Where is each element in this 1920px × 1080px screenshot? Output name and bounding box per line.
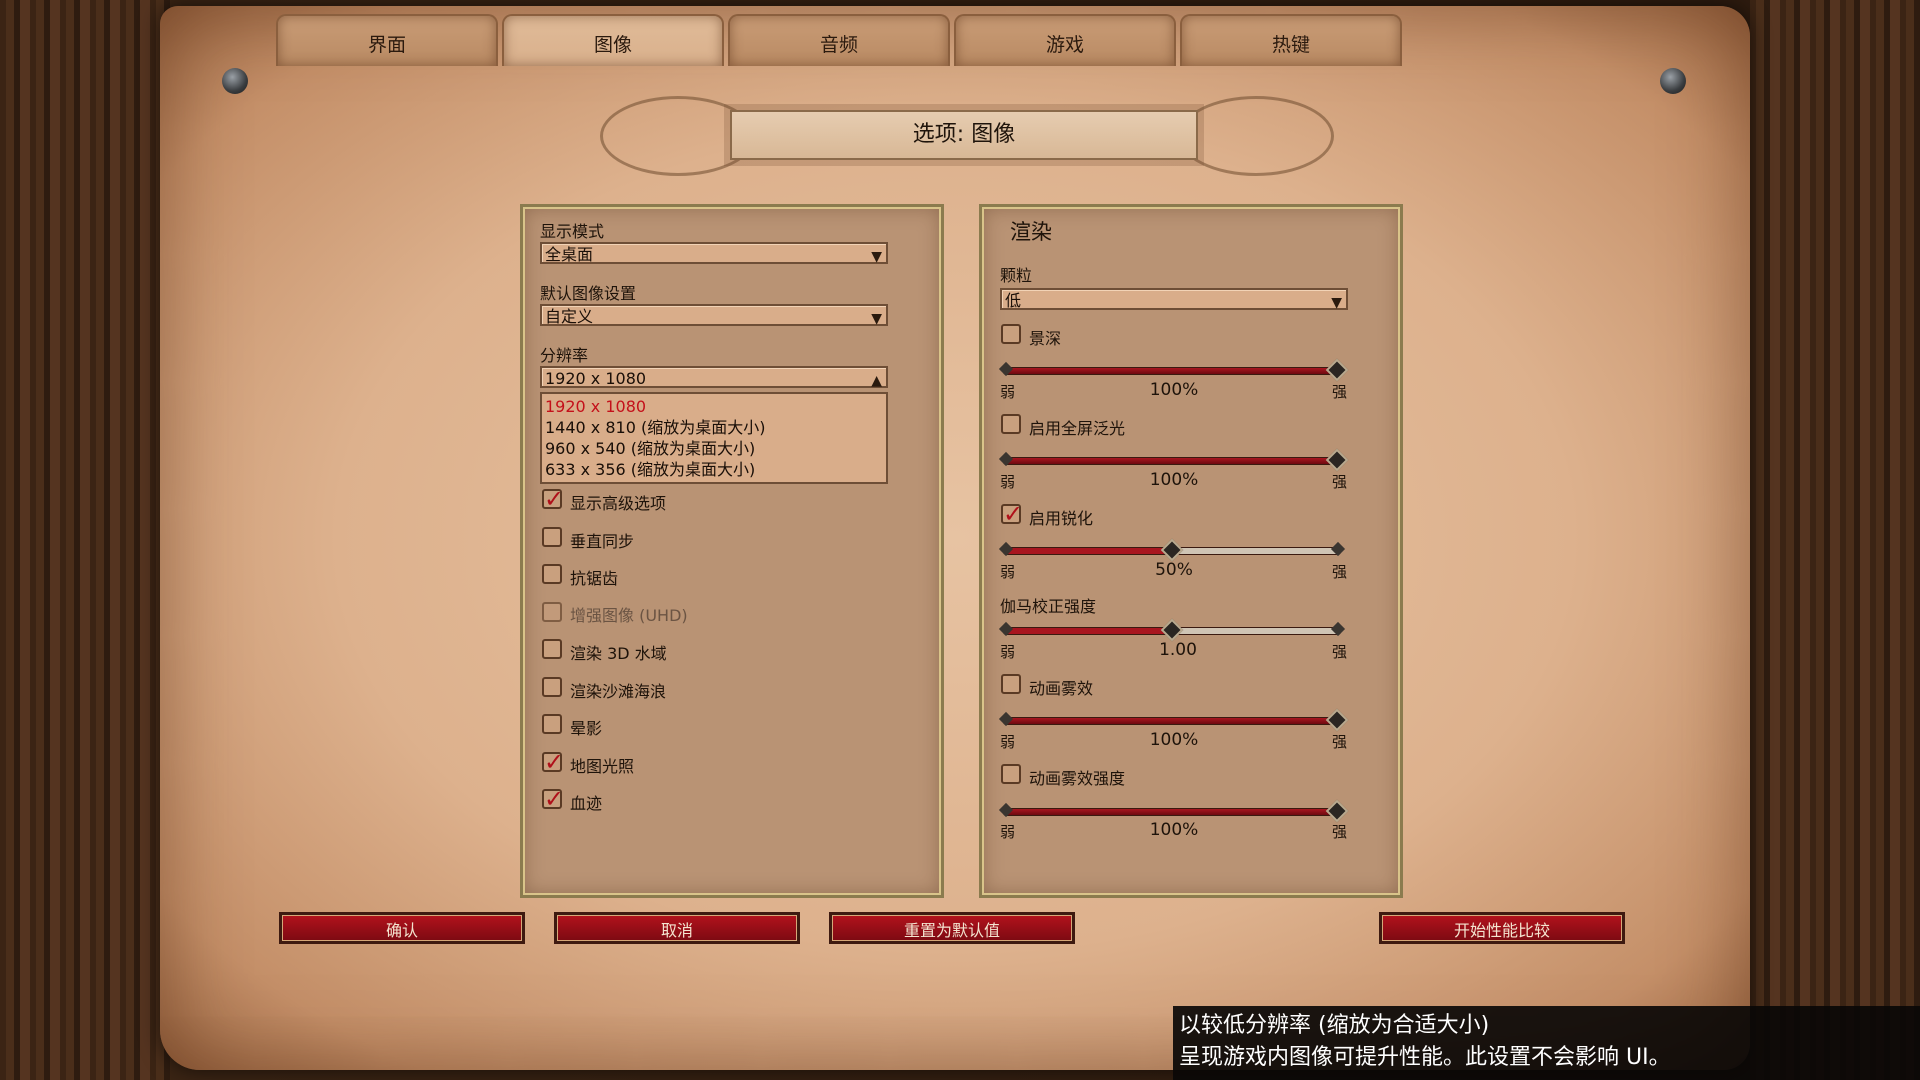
resolution-option[interactable]: 1920 x 1080	[545, 396, 883, 417]
map-lighting-label: 地图光照	[570, 757, 635, 776]
options-parchment	[160, 6, 1750, 1070]
vignette-label: 晕影	[570, 719, 603, 738]
slider-min-label: 弱	[1000, 473, 1016, 491]
wood-frame-left	[0, 0, 170, 1080]
default-graphics-dropdown[interactable]: 自定义 ▼	[540, 304, 888, 327]
slider-max-label: 强	[1332, 733, 1348, 751]
blood-label: 血迹	[570, 794, 603, 813]
slider-max-label: 强	[1332, 473, 1348, 491]
animated-fog-label: 动画雾效	[1029, 679, 1094, 698]
bloom-label: 启用全屏泛光	[1029, 419, 1126, 438]
fog-strength-checkbox[interactable]	[1001, 764, 1021, 784]
scroll-ornament-icon	[1178, 96, 1334, 176]
tooltip-line: 呈现游戏内图像可提升性能。此设置不会影响 UI。	[1179, 1045, 1671, 1070]
vignette-checkbox[interactable]	[542, 714, 562, 734]
resolution-option[interactable]: 633 x 356 (缩放为桌面大小)	[545, 459, 883, 480]
stud-icon	[222, 68, 248, 94]
tab-interface[interactable]: 界面	[276, 14, 498, 66]
display-mode-dropdown[interactable]: 全桌面 ▼	[540, 242, 888, 265]
tooltip-line: 以较低分辨率 (缩放为合适大小)	[1179, 1013, 1490, 1038]
uhd-checkbox	[542, 602, 562, 622]
fog-strength-value: 100%	[1149, 820, 1199, 840]
particles-dropdown[interactable]: 低 ▼	[1000, 288, 1348, 311]
depth-of-field-value: 100%	[1149, 380, 1199, 400]
bloom-value: 100%	[1149, 470, 1199, 490]
slider-min-label: 弱	[1000, 383, 1016, 401]
particles-value: 低	[1005, 291, 1022, 310]
render-water-checkbox[interactable]	[542, 639, 562, 659]
wood-frame-right	[1750, 0, 1920, 1080]
tab-hotkeys[interactable]: 热键	[1180, 14, 1402, 66]
default-graphics-value: 自定义	[545, 307, 594, 326]
beach-waves-checkbox[interactable]	[542, 677, 562, 697]
reset-defaults-button[interactable]: 重置为默认值	[829, 912, 1075, 944]
antialiasing-label: 抗锯齿	[570, 569, 619, 588]
show-advanced-checkbox[interactable]	[542, 485, 564, 513]
animated-fog-checkbox[interactable]	[1001, 674, 1021, 694]
vsync-checkbox[interactable]	[542, 527, 562, 547]
resolution-options-list: 1920 x 1080 1440 x 810 (缩放为桌面大小) 960 x 5…	[540, 392, 888, 484]
animated-fog-slider[interactable]	[1003, 717, 1341, 725]
fog-strength-label: 动画雾效强度	[1029, 769, 1126, 788]
tab-graphics[interactable]: 图像	[502, 14, 724, 66]
depth-of-field-slider[interactable]	[1003, 367, 1341, 375]
slider-min-label: 弱	[1000, 643, 1016, 661]
cancel-button[interactable]: 取消	[554, 912, 800, 944]
blood-checkbox[interactable]	[542, 785, 564, 813]
beach-waves-label: 渲染沙滩海浪	[570, 682, 667, 701]
confirm-button[interactable]: 确认	[279, 912, 525, 944]
chevron-down-icon: ▼	[1331, 295, 1342, 311]
slider-max-label: 强	[1332, 643, 1348, 661]
page-title: 选项: 图像	[730, 110, 1198, 160]
slider-max-label: 强	[1332, 823, 1348, 841]
chevron-up-icon: ▲	[871, 373, 882, 389]
display-mode-value: 全桌面	[545, 245, 594, 264]
sharpen-label: 启用锐化	[1029, 509, 1094, 528]
sharpen-checkbox[interactable]	[1001, 500, 1023, 528]
fog-strength-slider[interactable]	[1003, 808, 1341, 816]
tab-game[interactable]: 游戏	[954, 14, 1176, 66]
slider-min-label: 弱	[1000, 733, 1016, 751]
default-graphics-label: 默认图像设置	[540, 284, 637, 303]
display-mode-label: 显示模式	[540, 222, 605, 241]
bloom-slider[interactable]	[1003, 457, 1341, 465]
particles-label: 颗粒	[1000, 266, 1033, 285]
sharpen-value: 50%	[1155, 560, 1193, 580]
resolution-dropdown[interactable]: 1920 x 1080 ▲	[540, 366, 888, 389]
antialiasing-checkbox[interactable]	[542, 564, 562, 584]
depth-of-field-label: 景深	[1029, 329, 1062, 348]
tab-audio[interactable]: 音频	[728, 14, 950, 66]
bloom-checkbox[interactable]	[1001, 414, 1021, 434]
render-water-label: 渲染 3D 水域	[570, 644, 667, 663]
vsync-label: 垂直同步	[570, 532, 635, 551]
resolution-value: 1920 x 1080	[545, 369, 647, 388]
stud-icon	[1660, 68, 1686, 94]
map-lighting-checkbox[interactable]	[542, 748, 564, 776]
slider-min-label: 弱	[1000, 823, 1016, 841]
animated-fog-value: 100%	[1149, 730, 1199, 750]
render-heading: 渲染	[1010, 220, 1052, 244]
depth-of-field-checkbox[interactable]	[1001, 324, 1021, 344]
resolution-label: 分辨率	[540, 346, 589, 365]
resolution-option[interactable]: 1440 x 810 (缩放为桌面大小)	[545, 417, 883, 438]
gamma-value: 1.00	[1159, 640, 1197, 660]
slider-min-label: 弱	[1000, 563, 1016, 581]
chevron-down-icon: ▼	[871, 311, 882, 327]
start-benchmark-button[interactable]: 开始性能比较	[1379, 912, 1625, 944]
tooltip: 以较低分辨率 (缩放为合适大小) 呈现游戏内图像可提升性能。此设置不会影响 UI…	[1173, 1006, 1920, 1080]
chevron-down-icon: ▼	[871, 249, 882, 265]
show-advanced-label: 显示高级选项	[570, 494, 667, 513]
gamma-label: 伽马校正强度	[1000, 597, 1097, 616]
slider-max-label: 强	[1332, 563, 1348, 581]
uhd-label: 增强图像 (UHD)	[570, 606, 688, 625]
slider-max-label: 强	[1332, 383, 1348, 401]
resolution-option[interactable]: 960 x 540 (缩放为桌面大小)	[545, 438, 883, 459]
